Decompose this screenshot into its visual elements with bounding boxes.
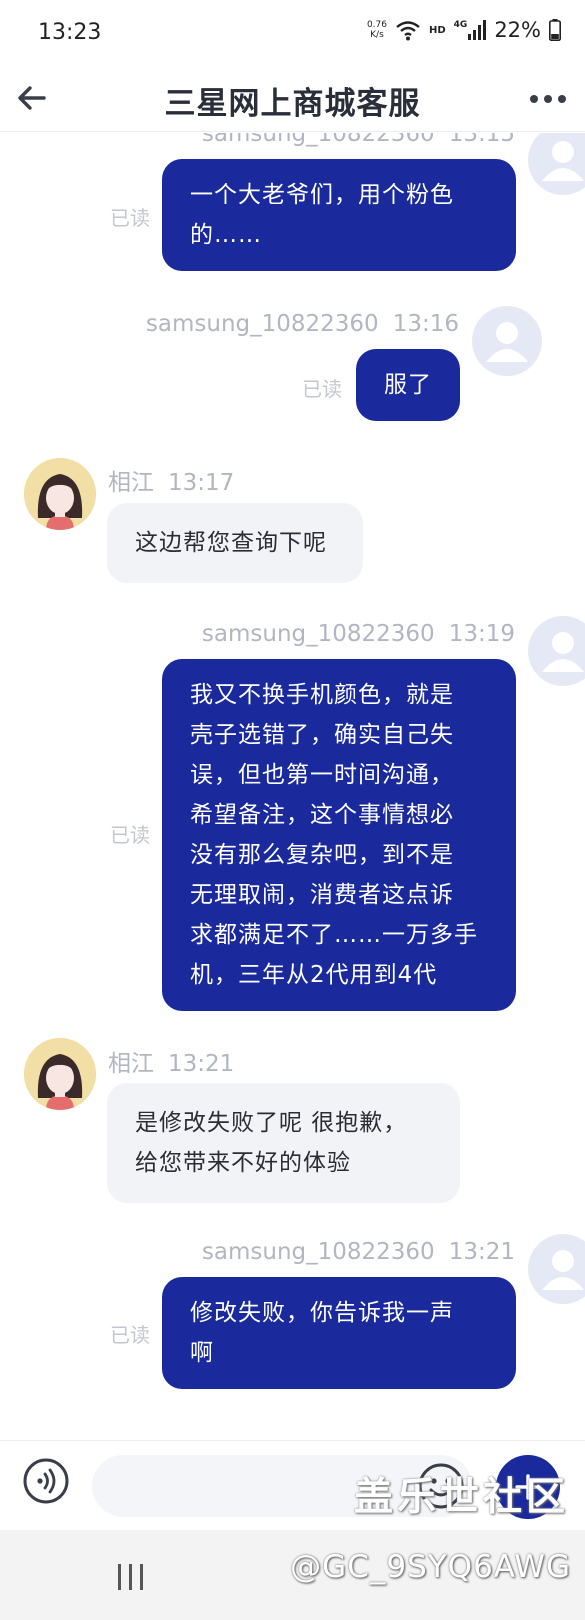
agent-girl-icon	[24, 1038, 96, 1110]
signal-group: 4G	[454, 20, 487, 40]
message-time: 13:19	[448, 621, 515, 647]
message-line: 这边帮您查询下呢	[135, 530, 327, 556]
battery-percentage: 22%	[494, 18, 541, 42]
message-line: 我又不换手机颜色，就是	[190, 682, 454, 708]
user-silhouette-icon	[486, 322, 528, 362]
message-meta: 相江 13:21	[108, 1044, 234, 1078]
page-title: 三星网上商城客服	[164, 86, 421, 122]
message-bubble-outgoing[interactable]: 我又不换手机颜色，就是 壳子选错了，确实自己失 误，但也第一时间沟通， 希望备注…	[162, 659, 516, 1011]
message-time: 13:15	[448, 133, 515, 147]
message-line: 壳子选错了，确实自己失	[190, 722, 454, 748]
message-meta: samsung_10822360 13:19	[202, 621, 515, 647]
user-avatar[interactable]	[528, 133, 585, 195]
user-avatar[interactable]	[528, 616, 585, 686]
message-line: 是修改失败了呢 很抱歉，	[135, 1110, 408, 1136]
message-meta: samsung_10822360 13:16	[146, 311, 459, 337]
network-speed: 0.76 K/s	[367, 20, 387, 40]
user-avatar[interactable]	[528, 1234, 585, 1304]
message-bubble-outgoing[interactable]: 一个大老爷们，用个粉色 的……	[162, 159, 516, 271]
recent-apps-icon[interactable]	[114, 1562, 148, 1592]
network-speed-value: 0.76	[366, 20, 387, 30]
message-line: 一个大老爷们，用个粉色	[190, 182, 454, 208]
message-time: 13:16	[392, 311, 459, 337]
message-sender: samsung_10822360	[201, 133, 435, 147]
network-speed-unit: K/s	[370, 30, 384, 40]
message-line: 服了	[384, 372, 432, 398]
message-line: 误，但也第一时间沟通，	[190, 762, 454, 788]
message-sender: samsung_10822360	[145, 311, 379, 337]
status-time: 13:23	[38, 20, 102, 45]
message-list[interactable]: samsung_10822360 13:15 已读 一个大老爷们，用个粉色 的………	[0, 133, 585, 1440]
message-bubble-incoming[interactable]: 是修改失败了呢 很抱歉， 给您带来不好的体验	[107, 1083, 460, 1203]
agent-avatar[interactable]	[24, 1038, 96, 1110]
watermark-handle: @GC_9SYQ6AWG	[290, 1549, 571, 1585]
status-bar: 13:23 0.76 K/s HD 4G 22%	[0, 0, 585, 66]
message-meta: samsung_10822360 13:15	[202, 133, 515, 147]
message-bubble-incoming[interactable]: 这边帮您查询下呢	[107, 503, 363, 583]
message-meta: 相江 13:17	[108, 463, 234, 497]
read-receipt: 已读	[110, 823, 150, 847]
read-receipt: 已读	[110, 206, 150, 230]
message-line: 给您带来不好的体验	[135, 1150, 351, 1176]
message-time: 13:21	[448, 1239, 515, 1265]
signal-icon	[468, 20, 487, 40]
message-line: 无理取闹，消费者这点诉	[190, 882, 454, 908]
voice-icon[interactable]	[22, 1457, 70, 1505]
wifi-icon	[396, 21, 420, 41]
message-time: 13:17	[168, 470, 235, 496]
user-silhouette-icon	[542, 632, 584, 672]
status-indicators: 0.76 K/s HD 4G 22%	[367, 18, 561, 42]
agent-girl-icon	[24, 458, 96, 530]
message-line: 希望备注，这个事情想必	[190, 802, 454, 828]
message-line: 啊	[190, 1340, 214, 1366]
message-sender: 相江	[108, 1051, 154, 1077]
chat-header: 三星网上商城客服	[0, 66, 585, 132]
read-receipt: 已读	[302, 377, 342, 401]
lte-indicator: 4G	[453, 20, 468, 30]
message-line: 机，三年从2代用到4代	[190, 962, 438, 988]
message-bubble-outgoing[interactable]: 服了	[356, 349, 460, 421]
message-meta: samsung_10822360 13:21	[202, 1239, 515, 1265]
message-bubble-outgoing[interactable]: 修改失败，你告诉我一声 啊	[162, 1277, 516, 1389]
more-horizontal-icon[interactable]	[527, 84, 569, 114]
message-time: 13:21	[168, 1051, 235, 1077]
message-line: 的……	[190, 222, 262, 248]
message-line: 修改失败，你告诉我一声	[190, 1300, 454, 1326]
agent-avatar[interactable]	[24, 458, 96, 530]
user-silhouette-icon	[542, 141, 584, 181]
user-avatar[interactable]	[472, 306, 542, 376]
watermark-title: 盖乐世社区	[353, 1475, 569, 1520]
message-line: 没有那么复杂吧，到不是	[190, 842, 454, 868]
user-silhouette-icon	[542, 1250, 584, 1290]
read-receipt: 已读	[110, 1323, 150, 1347]
message-sender: 相江	[108, 470, 154, 496]
hd-indicator: HD	[428, 24, 446, 36]
message-sender: samsung_10822360	[201, 1239, 435, 1265]
message-line: 求都满足不了……一万多手	[190, 922, 478, 948]
battery-icon	[549, 19, 561, 41]
message-sender: samsung_10822360	[201, 621, 435, 647]
